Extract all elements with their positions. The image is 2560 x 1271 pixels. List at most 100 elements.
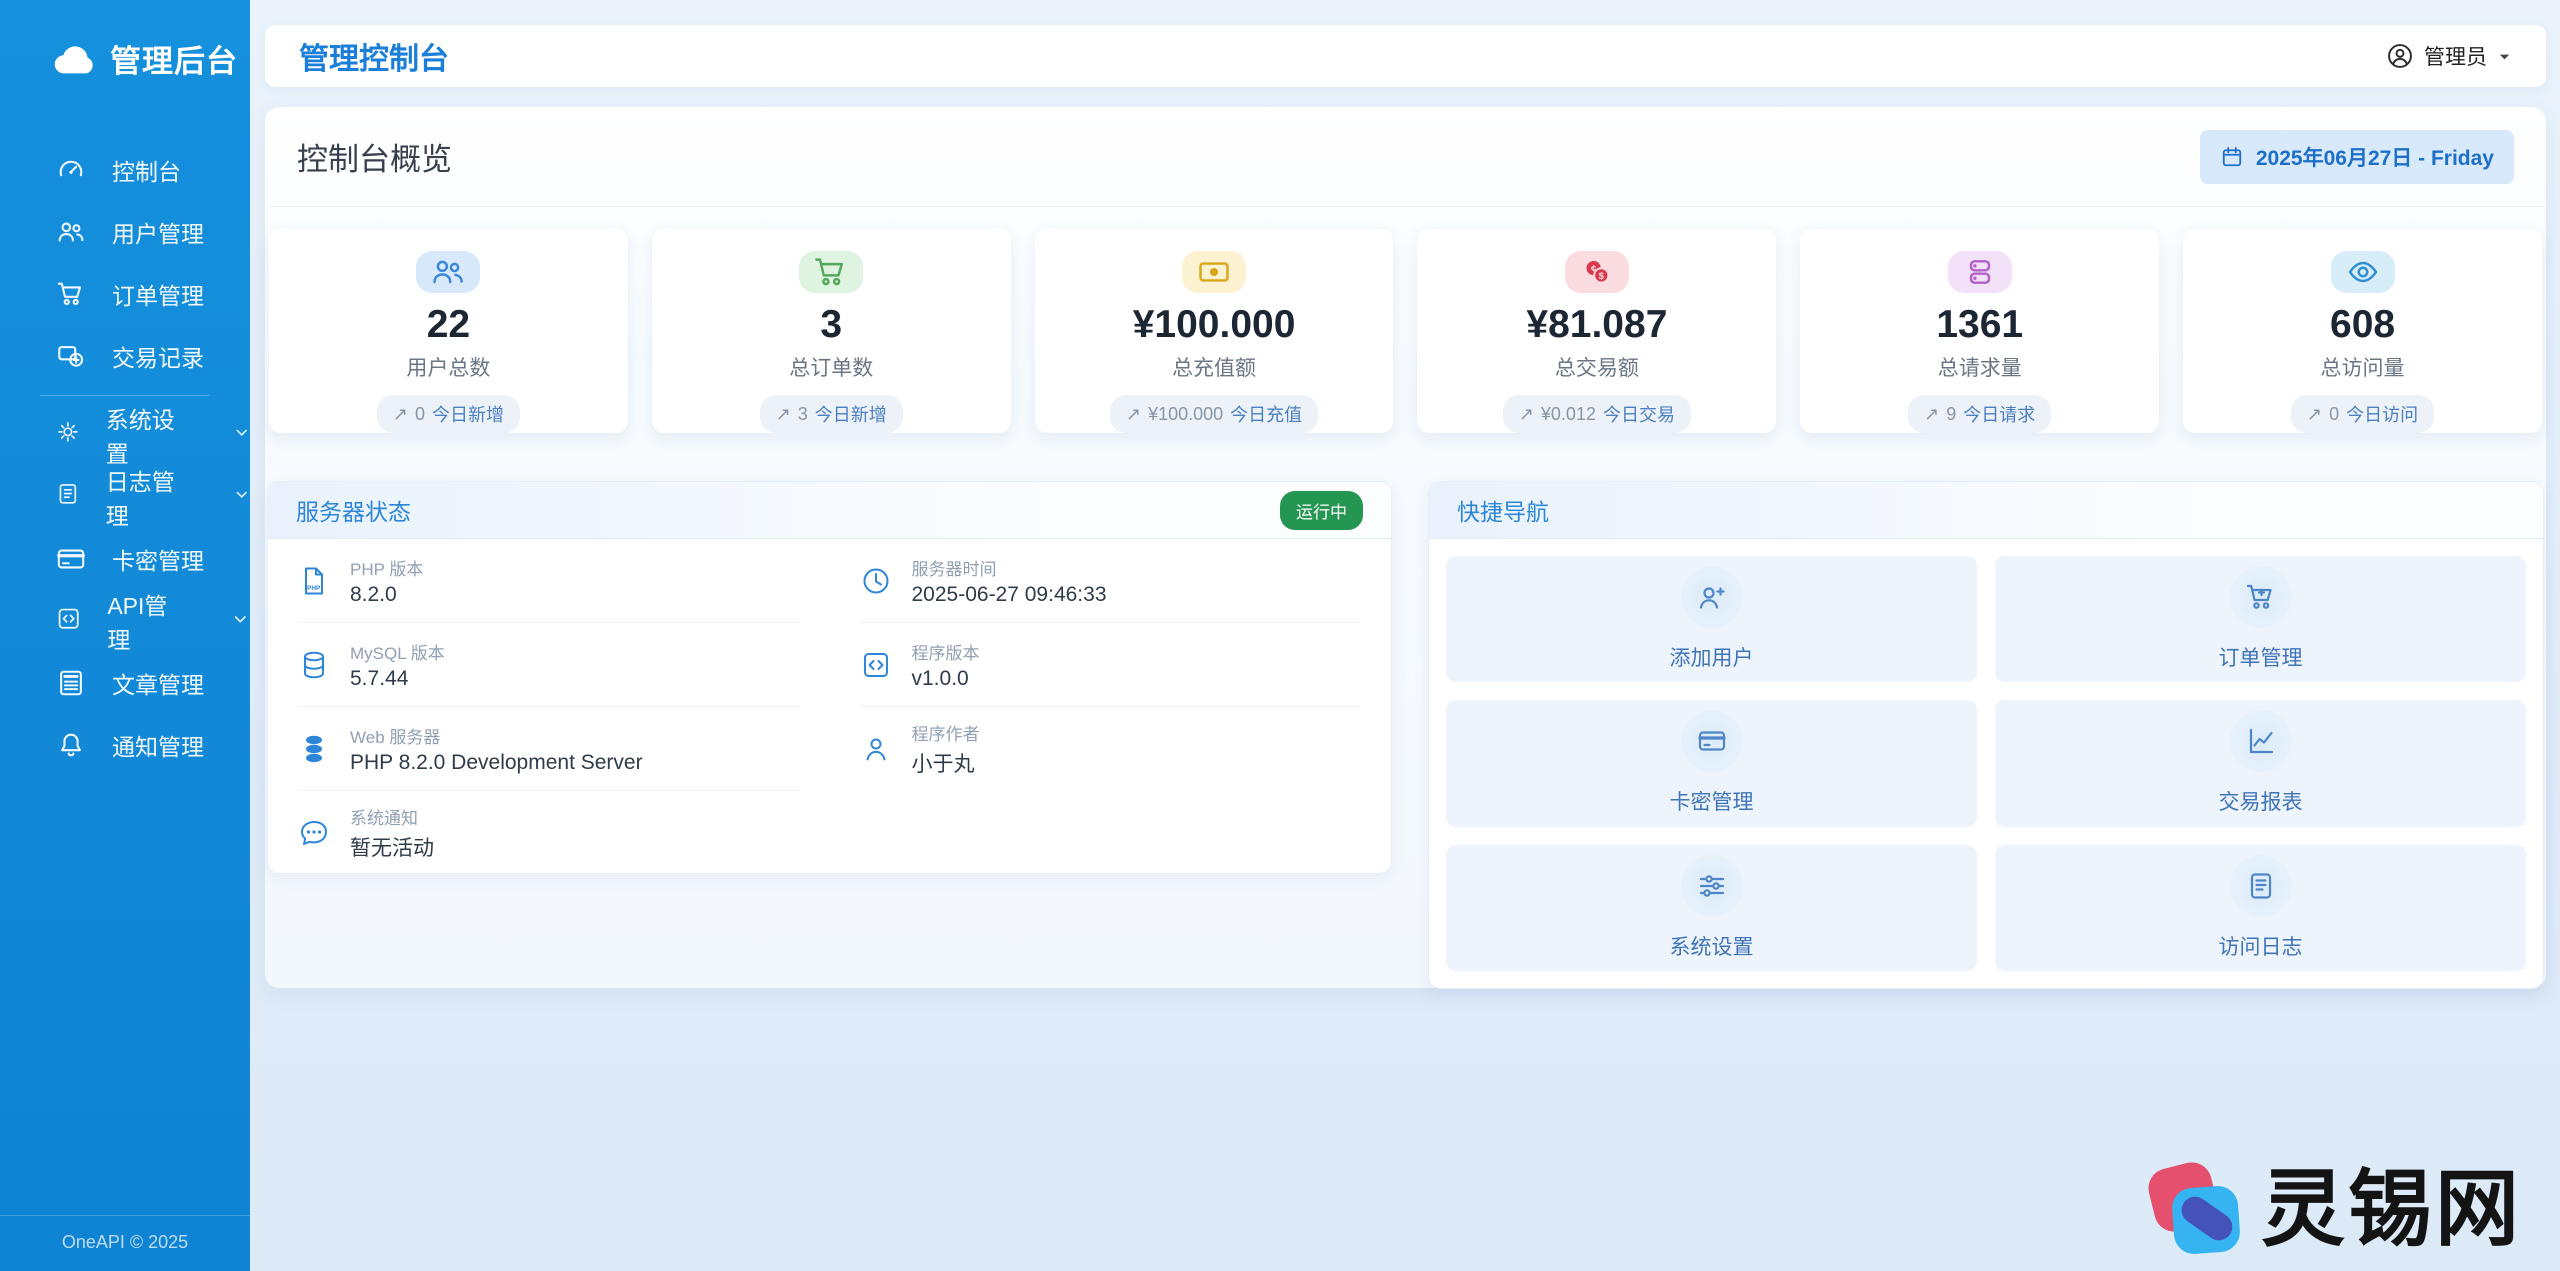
server-status-title: 服务器状态 bbox=[296, 499, 411, 525]
stats-row: 22 用户总数 ↗ 0 今日新增 3 总订单数 ↗ 3 今日新增 ¥100.00… bbox=[267, 207, 2544, 455]
cart-plus-icon bbox=[2229, 566, 2292, 629]
stat-card-requests: 1361 总请求量 ↗ 9 今日请求 bbox=[1800, 229, 2160, 433]
panels-row: 服务器状态 运行中 PHP PHP 版本 8.2.0 MySQL 版本 5.7.… bbox=[267, 481, 2544, 989]
overview-header: 控制台概览 2025年06月27日 - Friday bbox=[267, 107, 2544, 207]
watermark-logo-icon bbox=[2144, 1158, 2247, 1257]
person-plus-icon bbox=[1680, 566, 1743, 629]
brand-name: 管理后台 bbox=[110, 44, 238, 79]
person-icon bbox=[860, 733, 892, 765]
stat-value: 3 bbox=[820, 303, 843, 347]
sidebar-item-articles[interactable]: 文章管理 bbox=[0, 652, 250, 714]
server-row-php: PHP PHP 版本 8.2.0 bbox=[298, 539, 800, 623]
users-icon bbox=[416, 251, 481, 294]
brand: 管理后台 bbox=[0, 0, 250, 81]
sidebar-footer: OneAPI © 2025 bbox=[0, 1215, 250, 1271]
articles-icon bbox=[56, 668, 86, 698]
stat-label: 总交易额 bbox=[1554, 357, 1639, 380]
svg-text:PHP: PHP bbox=[307, 585, 321, 592]
sidebar-footer-text: OneAPI © 2025 bbox=[61, 1232, 189, 1252]
stat-label: 总访问量 bbox=[2320, 357, 2405, 380]
stat-trend-badge: ↗ 9 今日请求 bbox=[1908, 395, 2052, 433]
page-title: 管理控制台 bbox=[299, 43, 449, 76]
quick-nav-grid: 添加用户 订单管理 卡密管理 交易报表 系统设置 访问日志 bbox=[1429, 539, 2543, 988]
quick-nav-access-logs[interactable]: 访问日志 bbox=[1995, 844, 2526, 971]
sidebar-menu: 控制台 用户管理 订单管理 交易记录 系统设置 日志管理 卡密管理 API管理 … bbox=[0, 139, 250, 776]
server-status-header: 服务器状态 运行中 bbox=[268, 482, 1391, 539]
chevron-down-icon bbox=[233, 424, 250, 446]
quick-nav-orders[interactable]: 订单管理 bbox=[1995, 556, 2526, 683]
settings-gear-icon bbox=[56, 420, 80, 450]
date-badge: 2025年06月27日 - Friday bbox=[2199, 129, 2514, 184]
stat-trend-badge: ↗ 0 今日新增 bbox=[376, 395, 520, 433]
quick-nav-card-keys[interactable]: 卡密管理 bbox=[1446, 700, 1977, 827]
stat-card-recharge: ¥100.000 总充值额 ↗ ¥100.000 今日充值 bbox=[1034, 229, 1394, 433]
stat-trend-badge: ↗ ¥0.012 今日交易 bbox=[1502, 395, 1691, 433]
orders-cart-icon bbox=[56, 279, 86, 309]
cash-icon bbox=[1182, 251, 1247, 294]
quick-nav-add-user[interactable]: 添加用户 bbox=[1446, 556, 1977, 683]
stat-value: 1361 bbox=[1936, 303, 2024, 347]
sidebar-item-settings[interactable]: 系统设置 bbox=[0, 404, 250, 467]
server-status-body: PHP PHP 版本 8.2.0 MySQL 版本 5.7.44 Web 服务器… bbox=[268, 539, 1391, 873]
stat-label: 总充值额 bbox=[1172, 357, 1257, 380]
quick-nav-panel: 快捷导航 添加用户 订单管理 卡密管理 交易报表 系统设置 访问日志 bbox=[1428, 481, 2544, 989]
server-row-time: 服务器时间 2025-06-27 09:46:33 bbox=[859, 539, 1361, 623]
stat-trend-badge: ↗ 0 今日访问 bbox=[2291, 395, 2435, 433]
stat-label: 总请求量 bbox=[1937, 357, 2022, 380]
sidebar-item-notifications[interactable]: 通知管理 bbox=[0, 714, 250, 776]
quick-nav-header: 快捷导航 bbox=[1429, 482, 2543, 539]
graph-up-icon bbox=[2229, 710, 2292, 773]
sliders-icon bbox=[1680, 854, 1743, 917]
notifications-bell-icon bbox=[56, 730, 86, 760]
user-name: 管理员 bbox=[2424, 46, 2487, 69]
stat-label: 总订单数 bbox=[789, 357, 874, 380]
server-db-icon bbox=[298, 733, 330, 765]
chevron-down-icon bbox=[233, 486, 250, 508]
database-icon bbox=[298, 649, 330, 681]
quick-nav-reports[interactable]: 交易报表 bbox=[1995, 700, 2526, 827]
cloud-logo-icon bbox=[52, 41, 98, 77]
stat-label: 用户总数 bbox=[406, 357, 491, 380]
transactions-icon bbox=[56, 341, 86, 371]
sidebar-item-dashboard[interactable]: 控制台 bbox=[0, 139, 250, 201]
sidebar-item-orders[interactable]: 订单管理 bbox=[0, 263, 250, 325]
stat-value: 608 bbox=[2330, 303, 2396, 347]
sidebar-item-api[interactable]: API管理 bbox=[0, 590, 250, 653]
server-row-mysql: MySQL 版本 5.7.44 bbox=[298, 623, 800, 707]
overview-title: 控制台概览 bbox=[297, 142, 452, 177]
sidebar-item-logs[interactable]: 日志管理 bbox=[0, 466, 250, 529]
watermark: 灵锡网 bbox=[2144, 1158, 2522, 1257]
journal-text-icon bbox=[2229, 854, 2292, 917]
stat-value: ¥81.087 bbox=[1526, 303, 1668, 347]
dashboard-icon bbox=[56, 155, 86, 185]
stat-card-transactions: ¢ $ ¥81.087 总交易额 ↗ ¥0.012 今日交易 bbox=[1417, 229, 1777, 433]
chat-dots-icon bbox=[298, 817, 330, 849]
server-row-author: 程序作者 小于丸 bbox=[860, 707, 1362, 791]
svg-text:$: $ bbox=[1599, 271, 1605, 282]
server-row-notice: 系统通知 暂无活动 bbox=[298, 791, 800, 873]
sidebar-item-card-keys[interactable]: 卡密管理 bbox=[0, 528, 250, 590]
server-row-webserver: Web 服务器 PHP 8.2.0 Development Server bbox=[298, 707, 800, 791]
server-row-version: 程序版本 v1.0.0 bbox=[859, 623, 1361, 707]
php-file-icon: PHP bbox=[298, 565, 330, 597]
stat-trend-badge: ↗ 3 今日新增 bbox=[759, 395, 903, 433]
user-menu[interactable]: 管理员 bbox=[2386, 41, 2512, 71]
watermark-text: 灵锡网 bbox=[2260, 1162, 2522, 1256]
card-keys-icon bbox=[56, 544, 86, 574]
sidebar-item-transactions[interactable]: 交易记录 bbox=[0, 325, 250, 387]
quick-nav-settings[interactable]: 系统设置 bbox=[1446, 844, 1977, 971]
server-stack-icon bbox=[1947, 251, 2012, 294]
server-status-panel: 服务器状态 运行中 PHP PHP 版本 8.2.0 MySQL 版本 5.7.… bbox=[267, 481, 1392, 874]
calendar-icon bbox=[2220, 145, 2244, 169]
status-badge: 运行中 bbox=[1280, 490, 1363, 530]
sidebar-item-users[interactable]: 用户管理 bbox=[0, 201, 250, 263]
users-icon bbox=[56, 217, 86, 247]
api-code-icon bbox=[56, 606, 81, 636]
user-avatar-icon bbox=[2386, 42, 2414, 70]
caret-down-icon bbox=[2497, 49, 2512, 64]
credit-card-icon bbox=[1680, 710, 1743, 773]
quick-nav-title: 快捷导航 bbox=[1457, 499, 1549, 525]
sidebar: 管理后台 控制台 用户管理 订单管理 交易记录 系统设置 日志管理 卡密管理 A… bbox=[0, 0, 250, 1271]
sidebar-divider bbox=[40, 395, 210, 396]
stat-value: 22 bbox=[426, 303, 471, 347]
